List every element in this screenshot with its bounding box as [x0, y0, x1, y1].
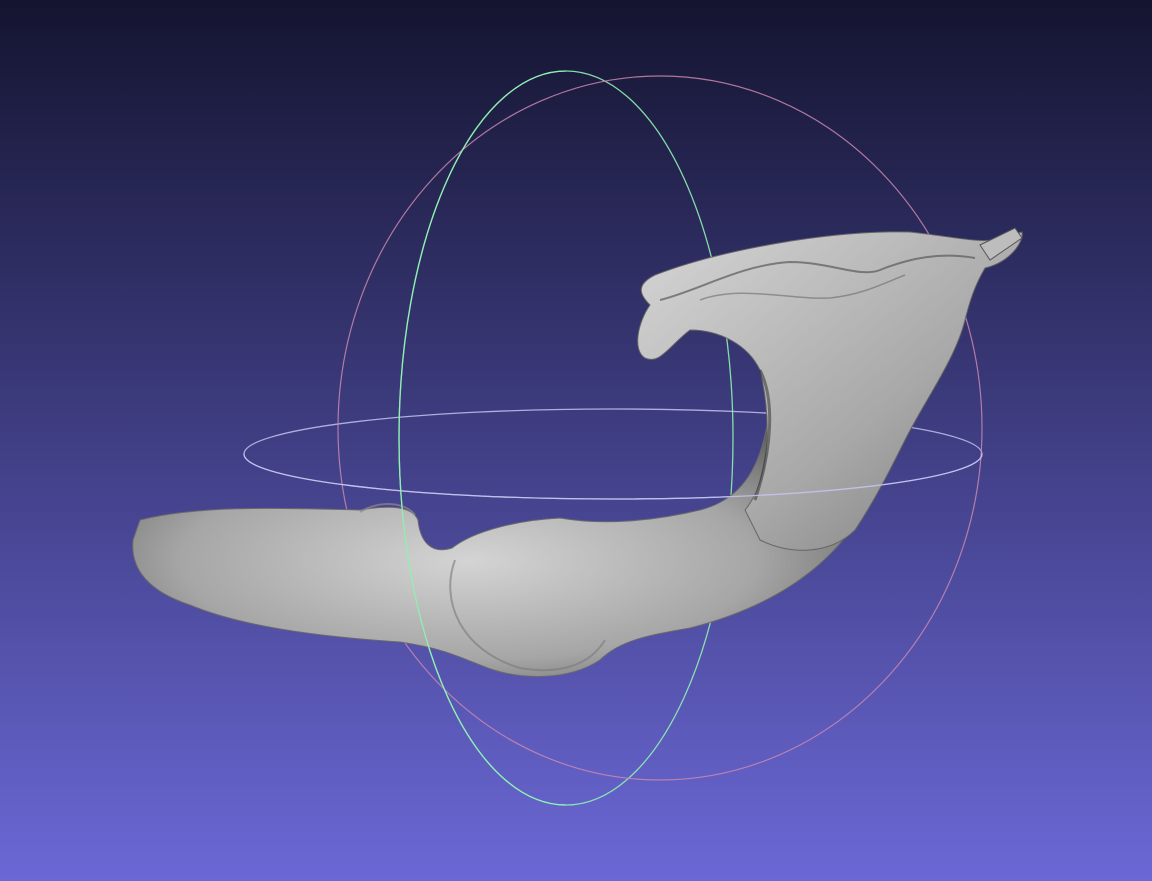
- viewport-canvas[interactable]: [0, 0, 1152, 881]
- 3d-viewport[interactable]: [0, 0, 1152, 881]
- viewport-background: [0, 0, 1152, 881]
